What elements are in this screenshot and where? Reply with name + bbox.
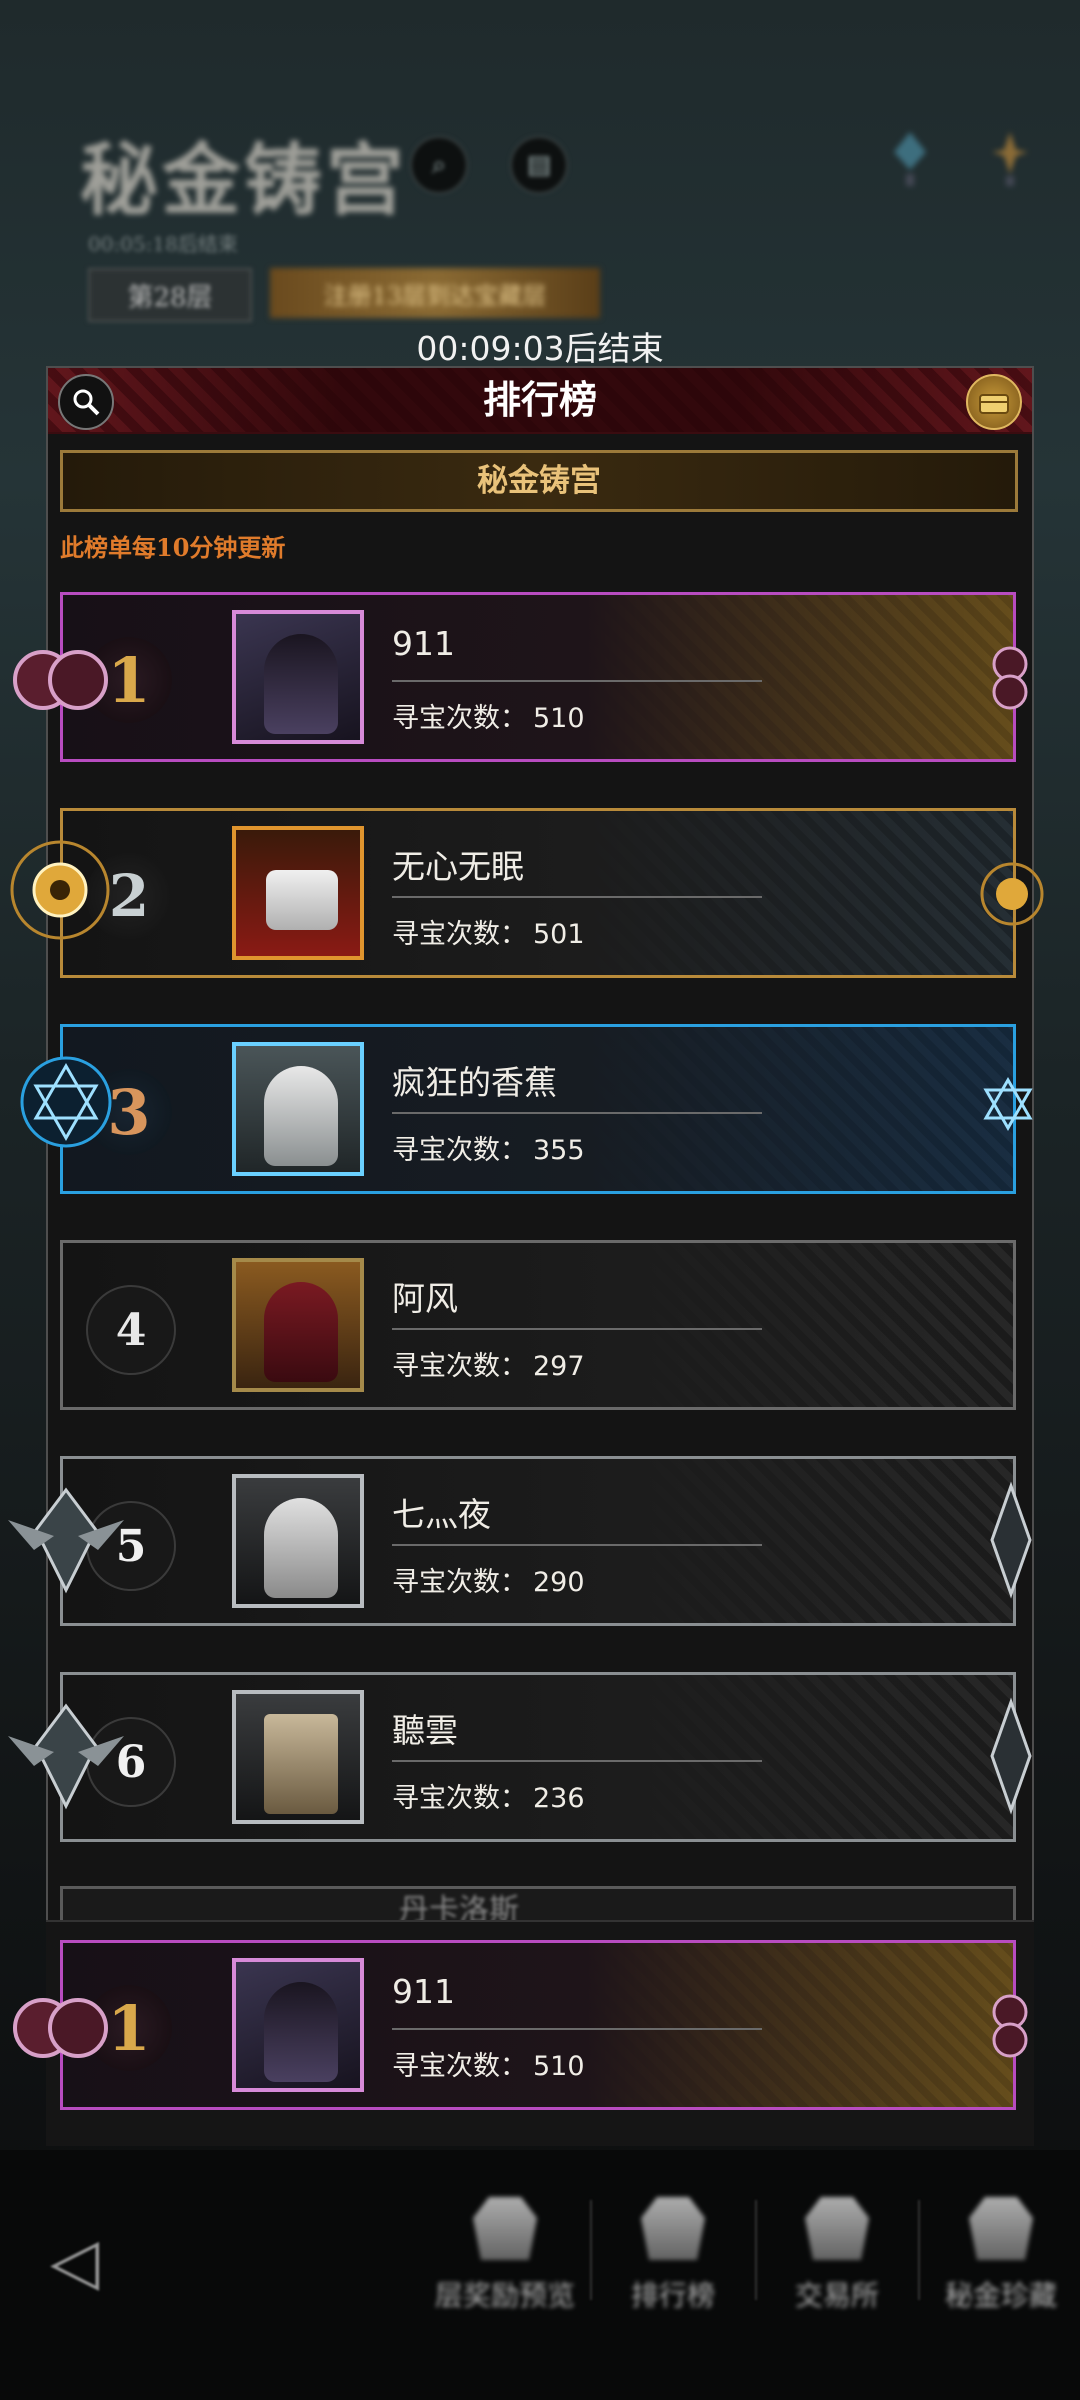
panel-title: 排行榜: [48, 368, 1032, 432]
treasure-count: 寻宝次数： 297: [392, 1351, 585, 1382]
treasure-count: 寻宝次数： 510: [392, 2051, 585, 2082]
treasure-count: 寻宝次数： 236: [392, 1783, 585, 1814]
trophy-icon: [641, 2197, 705, 2260]
rank-row-3[interactable]: 3 疯狂的香蕉 寻宝次数： 355: [46, 1024, 1034, 1194]
rank-3-small-star-icon: [983, 1077, 1033, 1131]
search-button[interactable]: [58, 374, 114, 430]
rank-card: [60, 592, 1016, 762]
rank-2-sun-icon: [10, 840, 110, 940]
rank-row-4[interactable]: 4 阿风 寻宝次数： 297: [46, 1240, 1034, 1410]
floor-label: 第28层: [88, 268, 252, 322]
avatar[interactable]: [232, 1690, 364, 1824]
treasure-count: 寻宝次数： 501: [392, 919, 585, 950]
search-icon: ⌕: [410, 136, 468, 194]
avatar[interactable]: [232, 1474, 364, 1608]
search-icon: [73, 389, 100, 416]
chest-button[interactable]: [966, 374, 1022, 430]
background-subtitle: 00:05:18后结束: [88, 232, 238, 256]
rank-row-2[interactable]: 2 无心无眠 寻宝次数： 501: [46, 808, 1034, 978]
avatar[interactable]: [232, 1958, 364, 2092]
back-arrow-icon[interactable]: ◁: [50, 2225, 140, 2299]
rank-number: 4: [86, 1285, 176, 1375]
book-icon: ▤: [510, 136, 568, 194]
rank-card: [60, 1672, 1016, 1842]
panel-header: 排行榜: [48, 368, 1032, 434]
treasure-count: 寻宝次数： 510: [392, 703, 585, 734]
avatar[interactable]: [232, 1258, 364, 1392]
countdown-timer: 00:09:03后结束: [416, 329, 664, 368]
nav-leaderboard[interactable]: 排行榜: [598, 2190, 748, 2320]
leaderboard-subtitle: 秘金铸宫: [60, 450, 1018, 512]
rank-row-1[interactable]: 1 911 寻宝次数： 510: [46, 592, 1034, 762]
rank-5-wing-icon: [8, 1487, 124, 1594]
player-name: 七灬夜: [392, 1495, 491, 1534]
rank-3-star-icon: [20, 1056, 112, 1148]
rank-card: [60, 1940, 1016, 2110]
rank-card: [60, 1240, 1016, 1410]
treasure-count: 寻宝次数： 290: [392, 1567, 585, 1598]
my-rank-rings-icon: [13, 1998, 108, 2058]
my-rank-ornament-icon: [992, 1994, 1028, 2058]
player-name: 911: [392, 1972, 455, 2011]
rank-card: [60, 1456, 1016, 1626]
rank-2-orb-icon: [980, 862, 1044, 926]
exchange-icon: [805, 2197, 869, 2260]
player-name: 无心无眠: [392, 847, 524, 886]
floor-banner: 注册13层到达宝藏层: [270, 268, 600, 318]
my-rank-row[interactable]: 1 911 寻宝次数： 510: [46, 1940, 1034, 2110]
player-name: 聽雲: [392, 1711, 458, 1750]
update-notice: 此榜单每10分钟更新: [60, 533, 286, 562]
rank-1-ornament-icon: [992, 646, 1028, 710]
treasure-icon: [969, 2197, 1033, 2260]
reward-icon: [473, 2197, 537, 2260]
crystal-icon: [894, 132, 926, 186]
rank-5-sword-icon: [990, 1481, 1032, 1599]
rank-card: [60, 1024, 1016, 1194]
nav-reward-preview[interactable]: 层奖励预览: [430, 2190, 580, 2320]
compass-icon: [992, 132, 1028, 186]
avatar[interactable]: [232, 1042, 364, 1176]
treasure-count: 寻宝次数： 355: [392, 1135, 585, 1166]
rank-6-wing-icon: [8, 1703, 124, 1810]
chest-icon: [979, 394, 1009, 414]
player-name: 阿风: [392, 1279, 458, 1318]
rank-6-sword-icon: [990, 1697, 1032, 1815]
rank-row-5[interactable]: 5 七灬夜 寻宝次数： 290: [46, 1456, 1034, 1626]
rank-card: [60, 808, 1016, 978]
avatar[interactable]: [232, 610, 364, 744]
avatar[interactable]: [232, 826, 364, 960]
rank-1-rings-icon: [13, 650, 108, 710]
player-name: 疯狂的香蕉: [392, 1063, 557, 1102]
nav-treasure[interactable]: 秘金珍藏: [926, 2190, 1076, 2320]
player-name: 911: [392, 624, 455, 663]
rank-row-6[interactable]: 6 聽雲 寻宝次数： 236: [46, 1672, 1034, 1842]
nav-exchange[interactable]: 交易所: [762, 2190, 912, 2320]
background-title: 秘金铸宫: [80, 135, 409, 226]
